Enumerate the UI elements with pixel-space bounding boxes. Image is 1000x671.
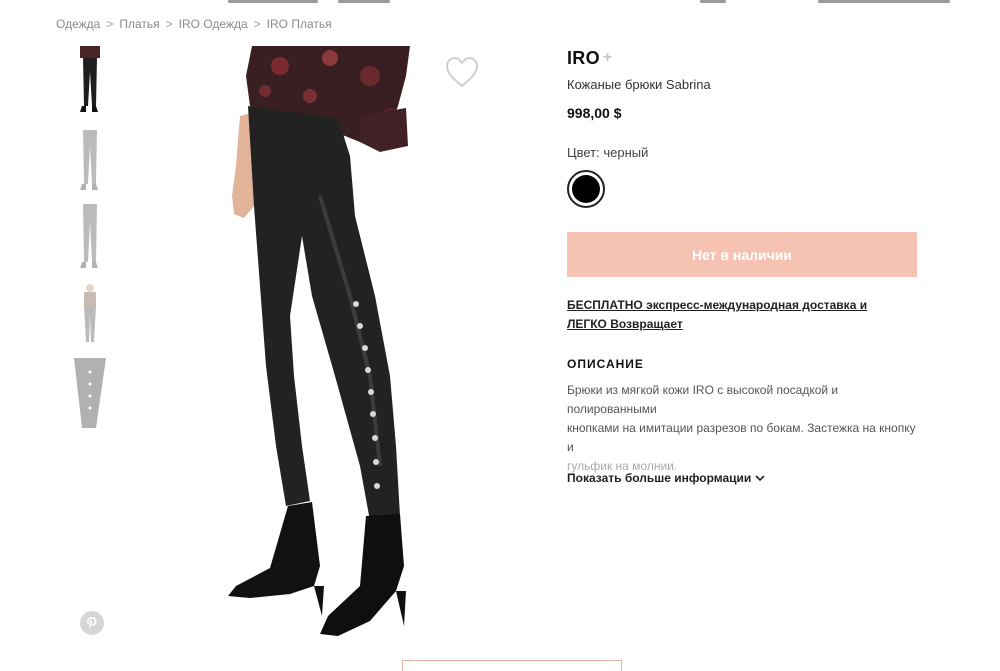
product-price: 998,00 $ (567, 105, 622, 121)
thumbnail-1[interactable] (72, 46, 108, 116)
product-name: Кожаные брюки Sabrina (567, 77, 711, 92)
top-nav-segment (338, 0, 390, 3)
breadcrumb-separator: > (253, 17, 261, 31)
breadcrumb-link[interactable]: IRO Одежда (179, 17, 248, 31)
product-info: IRO + Кожаные брюки Sabrina 998,00 $ Цве… (567, 48, 917, 208)
heart-outline-icon[interactable] (444, 55, 480, 89)
description-title: ОПИСАНИЕ (567, 357, 644, 371)
color-label: Цвет: черный (567, 145, 649, 160)
pinterest-icon[interactable] (80, 611, 104, 635)
breadcrumb-link[interactable]: Платья (119, 17, 159, 31)
color-swatch-black[interactable] (567, 170, 605, 208)
top-nav-remnant (0, 0, 1000, 4)
color-swatch-fill (572, 175, 600, 203)
chevron-down-icon (755, 475, 765, 482)
product-image[interactable] (210, 46, 500, 646)
description-text: Брюки из мягкой кожи IRO с высокой посад… (567, 381, 919, 476)
breadcrumb-separator: > (165, 17, 173, 31)
thumbnail-2[interactable] (72, 124, 108, 194)
show-more-info-label: Показать больше информации (567, 471, 752, 485)
thumbnail-list (72, 46, 110, 436)
breadcrumb: Одежда > Платья > IRO Одежда > IRO Плать… (56, 17, 332, 31)
out-of-stock-button[interactable]: Нет в наличии (567, 232, 917, 277)
shipping-text: БЕСПЛАТНО экспресс-международная доставк… (567, 298, 868, 331)
shipping-link[interactable]: БЕСПЛАТНО экспресс-международная доставк… (567, 296, 907, 334)
thumbnail-5[interactable] (72, 358, 108, 428)
breadcrumb-separator: > (106, 17, 114, 31)
top-nav-segment (818, 0, 950, 3)
bottom-action-button-partial[interactable] (402, 660, 622, 671)
show-more-info-button[interactable]: Показать больше информации (567, 471, 765, 485)
description-line: Брюки из мягкой кожи IRO с высокой посад… (567, 383, 839, 416)
brand-row: IRO + (567, 48, 917, 69)
thumbnail-4[interactable] (72, 280, 108, 350)
description-line: кнопками на имитации разрезов по бокам. … (567, 421, 916, 454)
breadcrumb-link[interactable]: Одежда (56, 17, 100, 31)
brand-name[interactable]: IRO (567, 48, 600, 69)
breadcrumb-link[interactable]: IRO Платья (267, 17, 332, 31)
thumbnail-3[interactable] (72, 202, 108, 272)
top-nav-segment (228, 0, 318, 3)
top-nav-segment (700, 0, 726, 3)
follow-brand-icon[interactable]: + (603, 49, 612, 67)
